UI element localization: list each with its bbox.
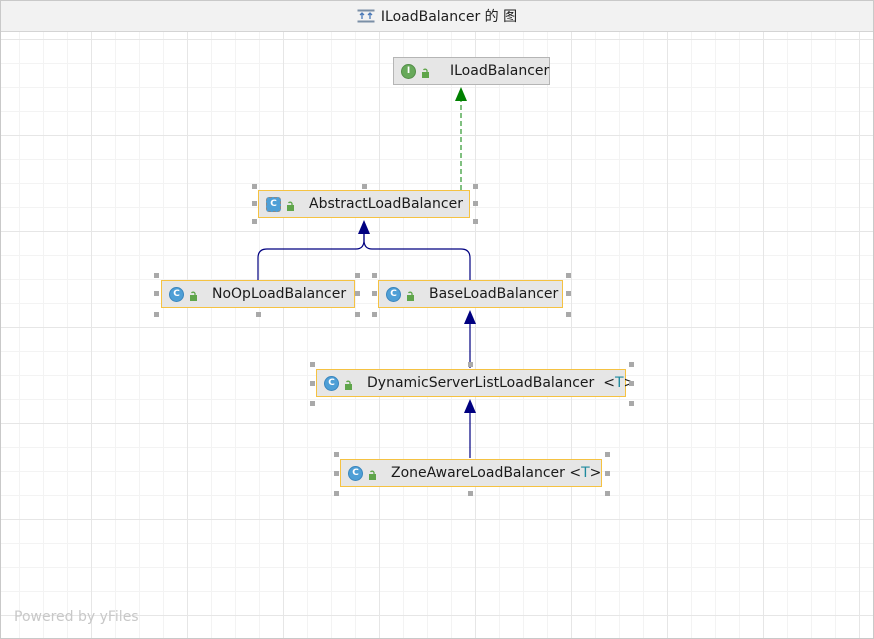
title-bar: ILoadBalancer 的 图	[1, 1, 873, 32]
type-param-open: <	[603, 375, 615, 391]
selection-handle[interactable]	[362, 184, 367, 189]
node-label: NoOpLoadBalancer	[212, 286, 347, 302]
class-icon: C	[169, 286, 184, 302]
class-name: ZoneAwareLoadBalancer	[391, 465, 565, 481]
class-icon: C	[386, 286, 401, 302]
selection-handle[interactable]	[566, 291, 571, 296]
selection-handle[interactable]	[310, 362, 315, 367]
selection-handle[interactable]	[355, 291, 360, 296]
node-zoneawareloadbalancer[interactable]: C ZoneAwareLoadBalancer <T>	[340, 459, 602, 487]
selection-handle[interactable]	[355, 312, 360, 317]
type-parameter: T	[581, 465, 590, 481]
public-lock-icon	[344, 378, 353, 390]
selection-handle[interactable]	[154, 273, 159, 278]
interface-icon: I	[401, 63, 416, 79]
window-title: ILoadBalancer 的 图	[380, 9, 518, 25]
selection-handle[interactable]	[605, 491, 610, 496]
selection-handle[interactable]	[629, 381, 634, 386]
selection-handle[interactable]	[256, 312, 261, 317]
selection-handle[interactable]	[605, 452, 610, 457]
public-lock-icon	[368, 468, 377, 480]
node-label: BaseLoadBalancer	[429, 286, 559, 302]
node-dynamicserverlistloadbalancer[interactable]: C DynamicServerListLoadBalancer <T>	[316, 369, 635, 397]
selection-handle[interactable]	[629, 362, 634, 367]
selection-handle[interactable]	[154, 291, 159, 296]
abstract-class-icon: C	[266, 196, 281, 212]
selection-handle[interactable]	[605, 471, 610, 476]
selection-handle[interactable]	[252, 219, 257, 224]
node-abstractloadbalancer[interactable]: C AbstractLoadBalancer	[258, 190, 470, 218]
selection-handle[interactable]	[310, 401, 315, 406]
public-lock-icon	[406, 289, 415, 301]
selection-handle[interactable]	[154, 312, 159, 317]
type-param-open: <	[569, 465, 582, 481]
powered-by-label: Powered by yFiles	[14, 609, 139, 625]
type-param-close: >	[589, 465, 602, 481]
node-baseloadbalancer[interactable]: C BaseLoadBalancer	[378, 280, 563, 308]
selection-handle[interactable]	[334, 471, 339, 476]
node-label: AbstractLoadBalancer	[309, 196, 463, 212]
selection-handle[interactable]	[252, 201, 257, 206]
public-lock-icon	[286, 199, 295, 211]
selection-handle[interactable]	[473, 219, 478, 224]
selection-handle[interactable]	[473, 184, 478, 189]
diagram-canvas[interactable]	[1, 32, 873, 638]
selection-handle[interactable]	[372, 291, 377, 296]
class-name: DynamicServerListLoadBalancer	[367, 375, 595, 391]
selection-handle[interactable]	[355, 273, 360, 278]
public-lock-icon	[189, 289, 198, 301]
selection-handle[interactable]	[566, 312, 571, 317]
selection-handle[interactable]	[629, 401, 634, 406]
class-icon: C	[324, 375, 339, 391]
selection-handle[interactable]	[468, 491, 473, 496]
selection-handle[interactable]	[473, 201, 478, 206]
node-label: DynamicServerListLoadBalancer <T>	[367, 375, 635, 391]
node-noopLoadbalancer[interactable]: C NoOpLoadBalancer	[161, 280, 355, 308]
selection-handle[interactable]	[334, 452, 339, 457]
selection-handle[interactable]	[468, 362, 473, 367]
selection-handle[interactable]	[372, 312, 377, 317]
selection-handle[interactable]	[566, 273, 571, 278]
diagram-window: ILoadBalancer 的 图	[0, 0, 874, 639]
selection-handle[interactable]	[310, 381, 315, 386]
node-iloadbalancer[interactable]: I ILoadBalancer	[393, 57, 550, 85]
selection-handle[interactable]	[252, 184, 257, 189]
node-label: ZoneAwareLoadBalancer <T>	[391, 465, 601, 481]
hierarchy-icon	[357, 9, 375, 23]
public-lock-icon	[421, 66, 430, 78]
selection-handle[interactable]	[372, 273, 377, 278]
node-label: ILoadBalancer	[450, 63, 550, 79]
selection-handle[interactable]	[334, 491, 339, 496]
type-parameter: T	[614, 375, 624, 391]
class-icon: C	[348, 465, 363, 481]
